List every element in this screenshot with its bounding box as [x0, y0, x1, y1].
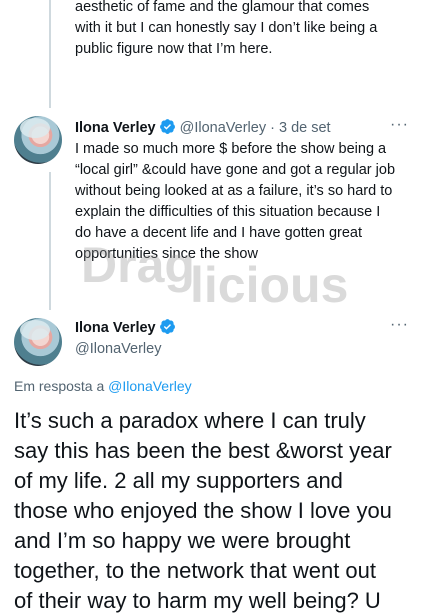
more-options-icon[interactable]: ··· [390, 316, 409, 334]
tweet-line: explain the difficulties of this situati… [75, 204, 381, 220]
previous-tweet-text: aesthetic of fame and the glamour that c… [75, 0, 405, 60]
tweet-line: together, to the network that went out [14, 558, 377, 583]
avatar[interactable] [14, 318, 62, 366]
tweet-line: of their way to harm my well being? U [14, 588, 381, 613]
previous-tweet-line: with it but I can honestly say I don’t l… [75, 20, 378, 36]
tweet-line: without being looked at as a failure, it… [75, 183, 393, 199]
previous-tweet-line: aesthetic of fame and the glamour that c… [75, 0, 370, 15]
main-tweet-body: It’s such a paradox where I can truly sa… [14, 406, 414, 616]
tweet-line: opportunities since the show [75, 246, 258, 262]
author-handle[interactable]: @IlonaVerley [180, 120, 266, 136]
tweet-header: Ilona Verley [75, 318, 180, 338]
reply-context: Em resposta a @IlonaVerley [14, 378, 192, 394]
author-handle-row: @IlonaVerley [75, 339, 161, 359]
thread-connector-middle [49, 172, 51, 310]
tweet-line: of my life. 2 all my supporters and [14, 468, 343, 493]
tweet-header: Ilona Verley @IlonaVerley · 3 de set [75, 118, 331, 138]
more-options-icon[interactable]: ··· [390, 116, 409, 134]
previous-tweet-line: public figure now that I’m here. [75, 41, 273, 57]
tweet-line: say this has been the best &worst year [14, 438, 392, 463]
avatar[interactable] [14, 116, 62, 164]
tweet-line: those who enjoyed the show I love you [14, 498, 392, 523]
author-handle[interactable]: @IlonaVerley [75, 341, 161, 357]
tweet-line: do have a decent life and I have gotten … [75, 225, 362, 241]
tweet-line: It’s such a paradox where I can truly [14, 408, 366, 433]
author-name[interactable]: Ilona Verley [75, 120, 156, 136]
verified-badge-icon [159, 119, 175, 134]
reply-prefix: Em resposta a [14, 378, 105, 394]
verified-badge-icon [159, 319, 175, 334]
tweet-line: I made so much more $ before the show be… [75, 141, 387, 157]
tweet-date[interactable]: 3 de set [279, 120, 331, 136]
thread-connector-top [49, 0, 51, 108]
author-name[interactable]: Ilona Verley [75, 320, 156, 336]
tweet-line: “local girl” &could have gone and got a … [75, 162, 396, 178]
separator-dot: · [270, 120, 275, 136]
tweet-line: and I’m so happy we were brought [14, 528, 351, 553]
reply-handle-link[interactable]: @IlonaVerley [108, 378, 191, 394]
tweet-body: I made so much more $ before the show be… [75, 139, 408, 265]
